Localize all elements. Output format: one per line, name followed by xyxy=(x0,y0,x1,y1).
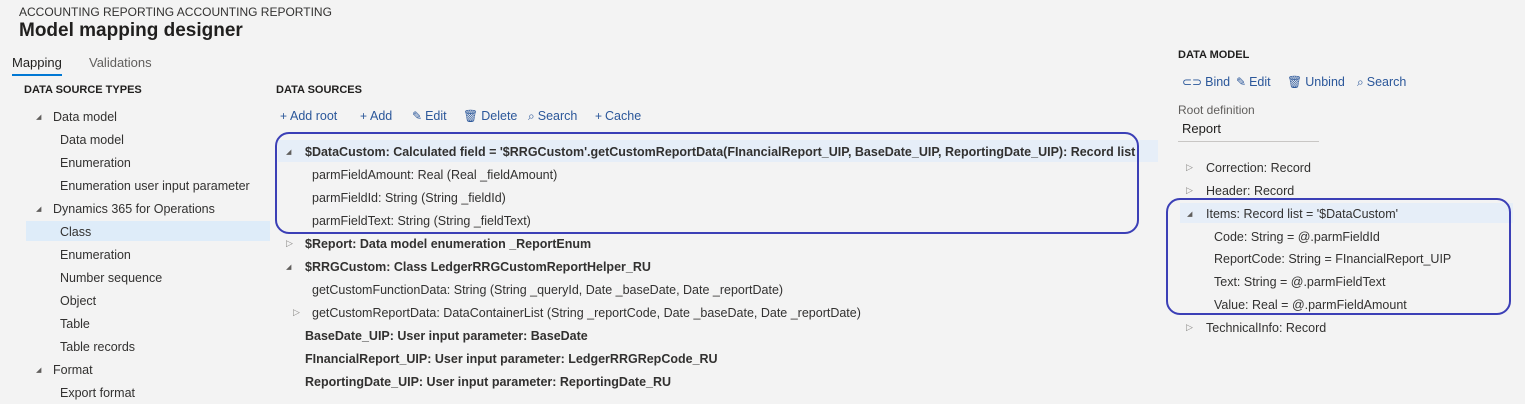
bind-button[interactable]: ⊂⊃ Bind xyxy=(1182,75,1230,89)
dm-node-correction[interactable]: Correction: Record xyxy=(1206,160,1311,176)
collapse-triangle-icon[interactable]: ◢ xyxy=(36,113,41,121)
page-title: Model mapping designer xyxy=(19,20,243,41)
ds-node-rrgcustom[interactable]: $RRGCustom: Class LedgerRRGCustomReportH… xyxy=(305,259,651,275)
annotation-highlight-box xyxy=(275,132,1139,234)
data-source-types-heading: DATA SOURCE TYPES xyxy=(24,84,142,96)
expand-triangle-icon[interactable]: ▷ xyxy=(1186,162,1193,173)
edit-button[interactable]: ✎ Edit xyxy=(412,109,447,123)
type-item-export-format[interactable]: Export format xyxy=(60,385,135,401)
ds-node-financialreport-uip[interactable]: FInancialReport_UIP: User input paramete… xyxy=(305,351,718,367)
delete-button[interactable]: 🗑 Delete xyxy=(463,109,517,123)
expand-triangle-icon[interactable]: ▷ xyxy=(293,307,300,318)
dm-node-header[interactable]: Header: Record xyxy=(1206,183,1294,199)
field-underline xyxy=(1178,141,1319,142)
type-item-enumeration-user-input-parameter[interactable]: Enumeration user input parameter xyxy=(60,178,250,194)
type-item-enumeration-2[interactable]: Enumeration xyxy=(60,247,131,263)
breadcrumb: ACCOUNTING REPORTING ACCOUNTING REPORTIN… xyxy=(19,5,332,19)
add-root-button[interactable]: + Add root xyxy=(280,109,337,123)
search-icon: ⌕ xyxy=(1357,75,1364,89)
collapse-triangle-icon[interactable]: ◢ xyxy=(36,366,41,374)
type-item-object[interactable]: Object xyxy=(60,293,96,309)
type-item-data-model[interactable]: Data model xyxy=(60,132,124,148)
search-button[interactable]: ⌕ Search xyxy=(528,109,577,124)
ds-node-getcustomreportdata[interactable]: getCustomReportData: DataContainerList (… xyxy=(312,305,861,321)
ds-node-getcustomfunctiondata[interactable]: getCustomFunctionData: String (String _q… xyxy=(312,282,783,298)
expand-triangle-icon[interactable]: ▷ xyxy=(1186,185,1193,196)
type-item-table-records[interactable]: Table records xyxy=(60,339,135,355)
annotation-highlight-box xyxy=(1166,198,1511,315)
type-group-dynamics-365[interactable]: Dynamics 365 for Operations xyxy=(53,201,215,217)
tab-validations[interactable]: Validations xyxy=(89,55,152,70)
plus-icon: + xyxy=(280,109,288,123)
tab-mapping[interactable]: Mapping xyxy=(12,55,62,76)
expand-triangle-icon[interactable]: ▷ xyxy=(1186,322,1193,333)
type-group-format[interactable]: Format xyxy=(53,362,93,378)
plus-icon: + xyxy=(595,109,603,123)
data-model-heading: DATA MODEL xyxy=(1178,49,1250,61)
root-definition-field[interactable]: Report xyxy=(1182,121,1221,136)
search-icon: ⌕ xyxy=(528,109,535,123)
search-button[interactable]: ⌕ Search xyxy=(1357,75,1406,90)
ds-node-basedate-uip[interactable]: BaseDate_UIP: User input parameter: Base… xyxy=(305,328,588,344)
plus-icon: + xyxy=(360,109,368,123)
expand-triangle-icon[interactable]: ▷ xyxy=(286,238,293,249)
type-item-table[interactable]: Table xyxy=(60,316,90,332)
trash-icon: 🗑 xyxy=(463,109,479,123)
unbind-button[interactable]: 🗑 Unbind xyxy=(1287,75,1345,89)
dm-node-technicalinfo[interactable]: TechnicalInfo: Record xyxy=(1206,320,1326,336)
type-group-data-model[interactable]: Data model xyxy=(53,109,117,125)
root-definition-label: Root definition xyxy=(1178,103,1255,117)
link-icon: ⊂⊃ xyxy=(1182,75,1203,89)
collapse-triangle-icon[interactable]: ◢ xyxy=(286,263,291,271)
type-item-number-sequence[interactable]: Number sequence xyxy=(60,270,162,286)
trash-icon: 🗑 xyxy=(1287,75,1303,89)
ds-node-report[interactable]: $Report: Data model enumeration _ReportE… xyxy=(305,236,591,252)
type-item-class[interactable]: Class xyxy=(60,224,91,240)
edit-button[interactable]: ✎ Edit xyxy=(1236,75,1271,89)
add-button[interactable]: + Add xyxy=(360,109,392,123)
pencil-icon: ✎ xyxy=(1236,75,1247,89)
ds-node-reportingdate-uip[interactable]: ReportingDate_UIP: User input parameter:… xyxy=(305,374,671,390)
cache-button[interactable]: + Cache xyxy=(595,109,641,123)
pencil-icon: ✎ xyxy=(412,109,423,123)
type-item-enumeration[interactable]: Enumeration xyxy=(60,155,131,171)
collapse-triangle-icon[interactable]: ◢ xyxy=(36,205,41,213)
data-sources-heading: DATA SOURCES xyxy=(276,84,362,96)
